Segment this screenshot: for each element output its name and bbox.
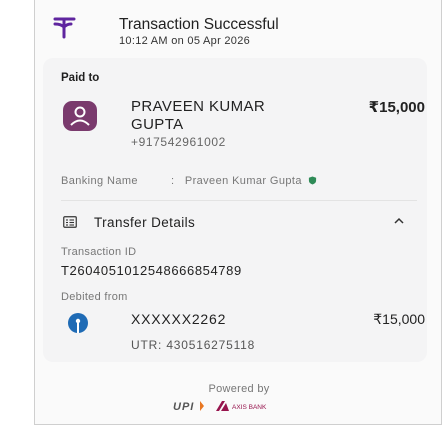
- phonepe-logo-icon: [53, 17, 76, 39]
- svg-text:UPI: UPI: [173, 401, 194, 413]
- payee-amount: ₹15,000: [368, 99, 425, 116]
- divider: [61, 200, 417, 201]
- upi-axis-bank-logo: UPI AXIS BANK: [173, 401, 267, 413]
- transaction-card: Paid to PRAVEEN KUMAR GUPTA ₹15,000 +917…: [43, 58, 427, 362]
- paid-to-label: Paid to: [61, 72, 100, 84]
- powered-by-label: Powered by: [208, 383, 270, 395]
- banking-name-label: Banking Name: [61, 175, 138, 187]
- banking-name-row: Banking Name : Praveen Kumar Gupta: [61, 175, 317, 187]
- user-avatar-icon[interactable]: [63, 101, 97, 131]
- banking-name-value-group: : Praveen Kumar Gupta: [171, 175, 317, 187]
- transaction-timestamp: 10:12 AM on 05 Apr 2026: [119, 35, 251, 47]
- page-title: Transaction Successful: [119, 16, 279, 33]
- payee-name: PRAVEEN KUMAR GUPTA: [131, 98, 266, 133]
- transaction-id-label: Transaction ID: [61, 246, 137, 258]
- utr-number[interactable]: UTR: 430516275118: [131, 338, 255, 352]
- transaction-id-value[interactable]: T2604051012548666854789: [61, 263, 242, 278]
- banking-name-separator: :: [171, 175, 175, 187]
- debited-from-label: Debited from: [61, 291, 128, 303]
- chevron-up-icon[interactable]: [393, 216, 405, 226]
- banking-name-value: Praveen Kumar Gupta: [184, 175, 302, 187]
- list-details-icon: [63, 216, 77, 228]
- verified-shield-icon: [309, 176, 317, 185]
- debited-account-number: XXXXXX2262: [131, 311, 227, 327]
- receipt-screen: Transaction Successful 10:12 AM on 05 Ap…: [34, 0, 442, 425]
- svg-text:AXIS BANK: AXIS BANK: [232, 404, 267, 411]
- sbi-bank-logo-icon: [68, 313, 88, 333]
- payee-phone: +917542961002: [131, 135, 226, 149]
- debited-amount: ₹15,000: [373, 311, 425, 327]
- header: Transaction Successful 10:12 AM on 05 Ap…: [35, 8, 443, 54]
- transfer-details-label[interactable]: Transfer Details: [94, 215, 195, 230]
